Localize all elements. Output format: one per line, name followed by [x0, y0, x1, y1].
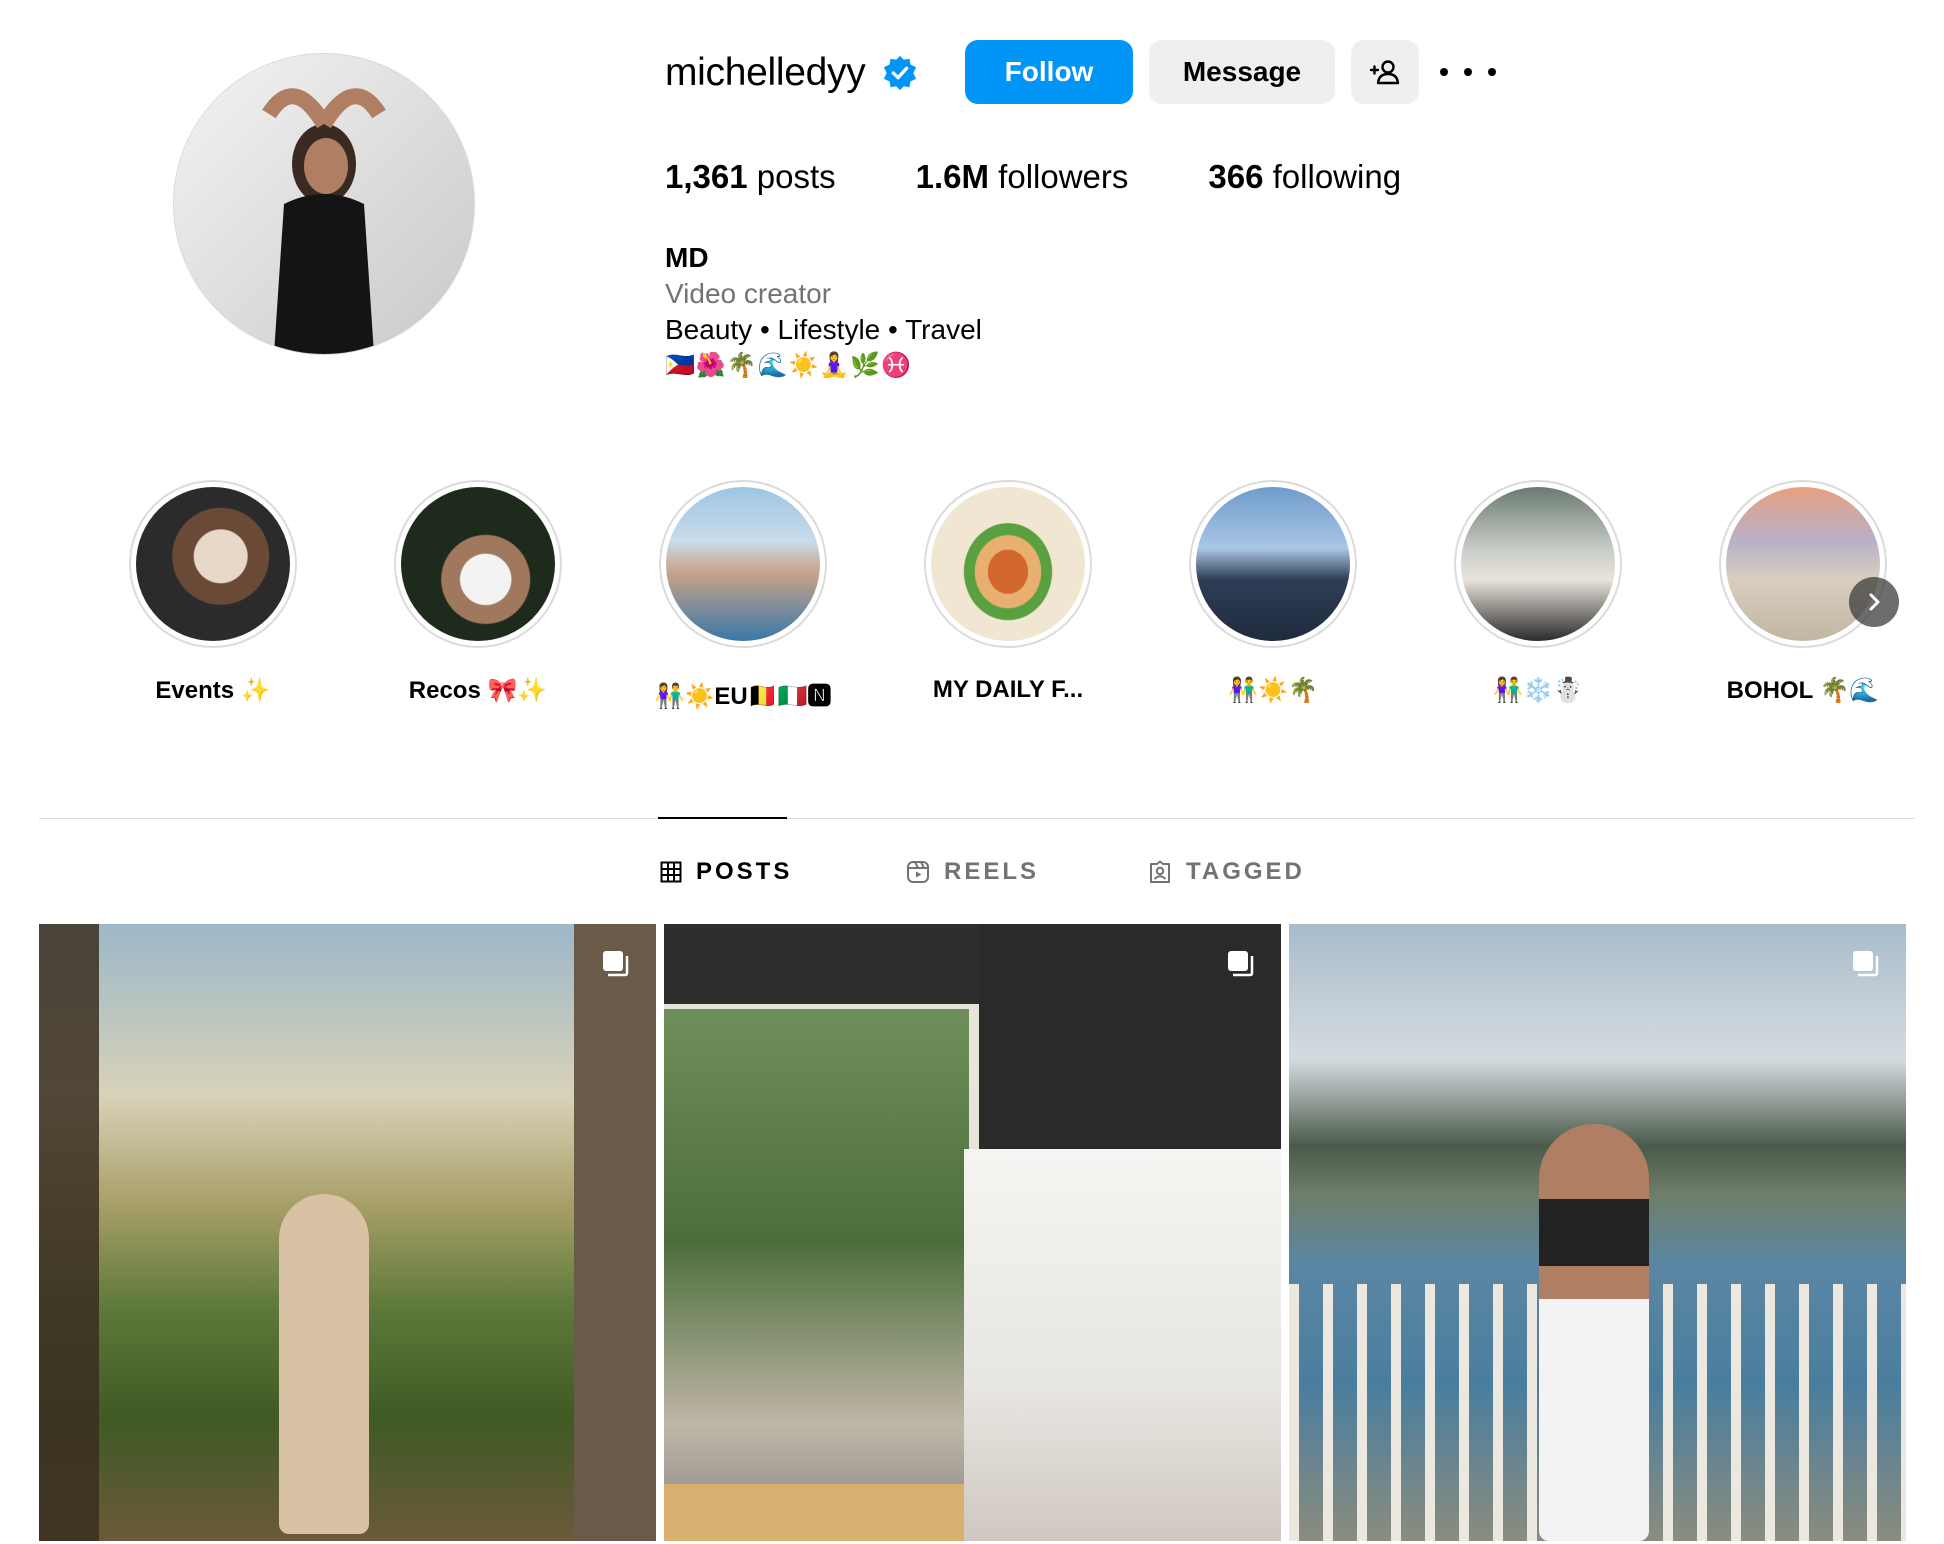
- highlight-cover: [931, 487, 1085, 641]
- tab-posts[interactable]: POSTS: [660, 852, 792, 892]
- followers-stat[interactable]: 1.6M followers: [916, 158, 1129, 196]
- grid-icon: [660, 861, 682, 883]
- highlight-label: 👫☀️EU🇧🇪🇮🇹🅽: [654, 683, 832, 710]
- tagged-icon: [1150, 860, 1170, 883]
- avatar-photo: [262, 88, 386, 354]
- follow-button[interactable]: Follow: [965, 40, 1133, 104]
- person-silhouette: [279, 1194, 369, 1534]
- highlight-cover-ring: [129, 480, 297, 648]
- collage-panel: [664, 924, 984, 1004]
- tab-reels-label: REELS: [944, 858, 1040, 885]
- stone-wall: [574, 924, 656, 1541]
- highlight-cover-ring: [924, 480, 1092, 648]
- tabs-divider: [39, 818, 1915, 819]
- carousel-icon: [1853, 951, 1879, 977]
- tab-tagged[interactable]: TAGGED: [1148, 852, 1305, 892]
- message-button[interactable]: Message: [1149, 40, 1335, 104]
- add-person-icon: [1369, 60, 1400, 85]
- profile-avatar[interactable]: [173, 53, 475, 355]
- category-label: Video creator: [665, 278, 832, 309]
- active-tab-indicator: [658, 817, 787, 819]
- tab-tagged-label: TAGGED: [1186, 858, 1305, 885]
- posts-stat[interactable]: 1,361 posts: [665, 158, 836, 196]
- carousel-icon: [1228, 951, 1254, 977]
- profile-bio: MD Video creator Beauty • Lifestyle • Tr…: [665, 240, 982, 384]
- post-thumbnail[interactable]: [1289, 924, 1906, 1541]
- highlight-label: Events ✨: [155, 677, 271, 704]
- display-name: MD: [665, 242, 709, 273]
- username-row: michelledyy: [665, 40, 919, 106]
- highlight-cover-ring: [394, 480, 562, 648]
- post-thumbnail[interactable]: [39, 924, 656, 1541]
- highlight-label: 👫☀️🌴: [1228, 677, 1318, 704]
- story-highlights: Events ✨ Recos 🎀✨ 👫☀️EU🇧🇪🇮🇹🅽 MY DAILY F.…: [0, 480, 1944, 720]
- verified-badge-icon: [884, 55, 917, 91]
- highlight-winter[interactable]: 👫❄️☃️: [1443, 480, 1633, 705]
- bio-emoji-line: 🇵🇭🌺🌴🌊☀️🧘‍♀️🌿♓️: [665, 352, 913, 379]
- highlight-cover-ring: [1454, 480, 1622, 648]
- highlight-cover-ring: [1189, 480, 1357, 648]
- tree-trunk: [39, 924, 99, 1541]
- carousel-icon: [603, 951, 629, 977]
- highlight-eu[interactable]: 👫☀️EU🇧🇪🇮🇹🅽: [648, 480, 838, 711]
- collage-panel: [964, 1149, 1281, 1541]
- highlight-label: BOHOL 🌴🌊: [1726, 677, 1880, 704]
- tab-reels[interactable]: REELS: [906, 852, 1039, 892]
- highlight-cover: [666, 487, 820, 641]
- following-label: following: [1263, 158, 1402, 195]
- suggest-people-button[interactable]: [1351, 40, 1419, 104]
- tab-posts-label: POSTS: [696, 858, 793, 885]
- followers-label: followers: [989, 158, 1129, 195]
- following-stat[interactable]: 366 following: [1208, 158, 1401, 196]
- posts-label: posts: [747, 158, 836, 195]
- highlight-events[interactable]: Events ✨: [118, 480, 308, 705]
- following-count: 366: [1208, 158, 1264, 195]
- more-options-icon[interactable]: [1440, 52, 1496, 92]
- profile-stats: 1,361 posts 1.6M followers 366 following: [665, 158, 1481, 196]
- posts-count: 1,361: [665, 158, 748, 195]
- highlight-cover: [136, 487, 290, 641]
- person-silhouette: [1539, 1124, 1649, 1541]
- username: michelledyy: [665, 51, 866, 94]
- bio-line: Beauty • Lifestyle • Travel: [665, 314, 982, 345]
- highlight-label: Recos 🎀✨: [408, 677, 548, 704]
- highlight-label: 👫❄️☃️: [1493, 677, 1583, 704]
- reels-icon: [907, 861, 929, 883]
- collage-panel: [664, 1009, 969, 1529]
- highlights-next-button[interactable]: [1849, 577, 1899, 627]
- highlight-cover: [401, 487, 555, 641]
- highlight-label: MY DAILY F...: [932, 676, 1084, 703]
- highlight-summer[interactable]: 👫☀️🌴: [1178, 480, 1368, 705]
- post-thumbnail[interactable]: [664, 924, 1281, 1541]
- highlight-my-daily[interactable]: MY DAILY F...: [913, 480, 1103, 704]
- followers-count: 1.6M: [915, 158, 990, 195]
- highlight-recos[interactable]: Recos 🎀✨: [383, 480, 573, 705]
- collage-panel: [664, 1484, 964, 1541]
- highlight-cover: [1461, 487, 1615, 641]
- highlight-cover: [1196, 487, 1350, 641]
- highlight-cover-ring: [659, 480, 827, 648]
- chevron-right-icon: [1869, 593, 1880, 611]
